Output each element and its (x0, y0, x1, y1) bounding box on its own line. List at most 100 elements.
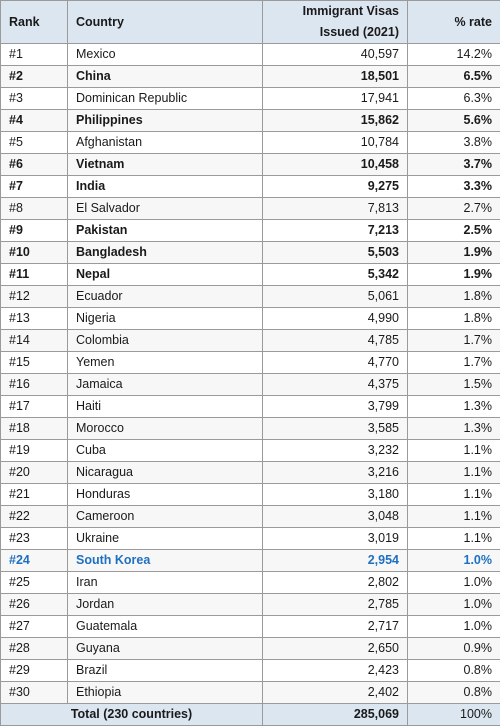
cell-rate: 1.7% (408, 330, 500, 352)
cell-visas: 10,784 (263, 132, 408, 154)
cell-country: Iran (68, 572, 263, 594)
table-row[interactable]: #24South Korea2,9541.0% (1, 550, 500, 572)
table-row[interactable]: #6Vietnam10,4583.7% (1, 154, 500, 176)
cell-rank: #26 (1, 594, 68, 616)
table-row[interactable]: #27Guatemala2,7171.0% (1, 616, 500, 638)
cell-rate: 5.6% (408, 110, 500, 132)
table-row[interactable]: #2China18,5016.5% (1, 66, 500, 88)
cell-visas: 2,650 (263, 638, 408, 660)
table-row[interactable]: #7India9,2753.3% (1, 176, 500, 198)
table-body: #1Mexico40,59714.2%#2China18,5016.5%#3Do… (1, 44, 500, 704)
cell-visas: 5,061 (263, 286, 408, 308)
cell-rank: #15 (1, 352, 68, 374)
cell-country: South Korea (68, 550, 263, 572)
cell-country: Mexico (68, 44, 263, 66)
table-row[interactable]: #25Iran2,8021.0% (1, 572, 500, 594)
cell-visas: 3,180 (263, 484, 408, 506)
table-row[interactable]: #18Morocco3,5851.3% (1, 418, 500, 440)
cell-visas: 17,941 (263, 88, 408, 110)
table-row[interactable]: #20Nicaragua3,2161.1% (1, 462, 500, 484)
table-row[interactable]: #4Philippines15,8625.6% (1, 110, 500, 132)
cell-visas: 40,597 (263, 44, 408, 66)
table-row[interactable]: #21Honduras3,1801.1% (1, 484, 500, 506)
cell-rank: #23 (1, 528, 68, 550)
cell-visas: 9,275 (263, 176, 408, 198)
cell-rate: 2.5% (408, 220, 500, 242)
table-row[interactable]: #30Ethiopia2,4020.8% (1, 682, 500, 704)
cell-country: Haiti (68, 396, 263, 418)
table-row[interactable]: #23Ukraine3,0191.1% (1, 528, 500, 550)
cell-rank: #24 (1, 550, 68, 572)
cell-rank: #5 (1, 132, 68, 154)
cell-visas: 15,862 (263, 110, 408, 132)
cell-country: Ethiopia (68, 682, 263, 704)
cell-rate: 1.5% (408, 374, 500, 396)
cell-country: Vietnam (68, 154, 263, 176)
cell-rate: 1.0% (408, 616, 500, 638)
table-row[interactable]: #13Nigeria4,9901.8% (1, 308, 500, 330)
cell-visas: 4,990 (263, 308, 408, 330)
cell-rate: 1.0% (408, 572, 500, 594)
cell-visas: 7,813 (263, 198, 408, 220)
table-row[interactable]: #28Guyana2,6500.9% (1, 638, 500, 660)
column-header-visas[interactable]: Immigrant Visas Issued (2021) (263, 1, 408, 44)
cell-country: Jamaica (68, 374, 263, 396)
cell-rate: 1.8% (408, 286, 500, 308)
table-row[interactable]: #26Jordan2,7851.0% (1, 594, 500, 616)
column-header-visas-line2: Issued (2021) (320, 25, 399, 39)
cell-visas: 2,785 (263, 594, 408, 616)
immigrant-visas-table: Rank Country Immigrant Visas Issued (202… (0, 0, 500, 726)
cell-rank: #28 (1, 638, 68, 660)
cell-visas: 4,785 (263, 330, 408, 352)
table-row[interactable]: #9Pakistan7,2132.5% (1, 220, 500, 242)
column-header-country[interactable]: Country (68, 1, 263, 44)
cell-rank: #4 (1, 110, 68, 132)
cell-rate: 1.3% (408, 396, 500, 418)
table-row[interactable]: #15Yemen4,7701.7% (1, 352, 500, 374)
cell-visas: 7,213 (263, 220, 408, 242)
cell-visas: 18,501 (263, 66, 408, 88)
table-row[interactable]: #5Afghanistan10,7843.8% (1, 132, 500, 154)
column-header-visas-line1: Immigrant Visas (303, 4, 399, 18)
cell-visas: 3,048 (263, 506, 408, 528)
cell-rate: 1.0% (408, 594, 500, 616)
table-row[interactable]: #12Ecuador5,0611.8% (1, 286, 500, 308)
cell-rate: 3.8% (408, 132, 500, 154)
cell-country: Bangladesh (68, 242, 263, 264)
cell-rate: 1.9% (408, 264, 500, 286)
cell-country: Philippines (68, 110, 263, 132)
cell-country: Jordan (68, 594, 263, 616)
table-row[interactable]: #10Bangladesh5,5031.9% (1, 242, 500, 264)
cell-country: El Salvador (68, 198, 263, 220)
table-row[interactable]: #29Brazil2,4230.8% (1, 660, 500, 682)
cell-rank: #20 (1, 462, 68, 484)
table-row[interactable]: #8El Salvador7,8132.7% (1, 198, 500, 220)
table-row[interactable]: #17Haiti3,7991.3% (1, 396, 500, 418)
cell-visas: 2,954 (263, 550, 408, 572)
table-row[interactable]: #22Cameroon3,0481.1% (1, 506, 500, 528)
column-header-rank[interactable]: Rank (1, 1, 68, 44)
table-row[interactable]: #1Mexico40,59714.2% (1, 44, 500, 66)
header-row: Rank Country Immigrant Visas Issued (202… (1, 1, 500, 44)
cell-rank: #9 (1, 220, 68, 242)
cell-visas: 2,802 (263, 572, 408, 594)
cell-visas: 10,458 (263, 154, 408, 176)
cell-country: Pakistan (68, 220, 263, 242)
cell-rank: #12 (1, 286, 68, 308)
cell-rate: 1.8% (408, 308, 500, 330)
cell-country: Cuba (68, 440, 263, 462)
cell-country: Brazil (68, 660, 263, 682)
table-row[interactable]: #14Colombia4,7851.7% (1, 330, 500, 352)
column-header-rate[interactable]: % rate (408, 1, 500, 44)
table-row[interactable]: #16Jamaica4,3751.5% (1, 374, 500, 396)
cell-visas: 2,717 (263, 616, 408, 638)
cell-rank: #8 (1, 198, 68, 220)
cell-rate: 1.1% (408, 528, 500, 550)
cell-rank: #21 (1, 484, 68, 506)
table-row[interactable]: #3Dominican Republic17,9416.3% (1, 88, 500, 110)
table-row[interactable]: #19Cuba3,2321.1% (1, 440, 500, 462)
cell-rank: #29 (1, 660, 68, 682)
cell-rate: 0.8% (408, 682, 500, 704)
table-row[interactable]: #11Nepal5,3421.9% (1, 264, 500, 286)
cell-rank: #14 (1, 330, 68, 352)
